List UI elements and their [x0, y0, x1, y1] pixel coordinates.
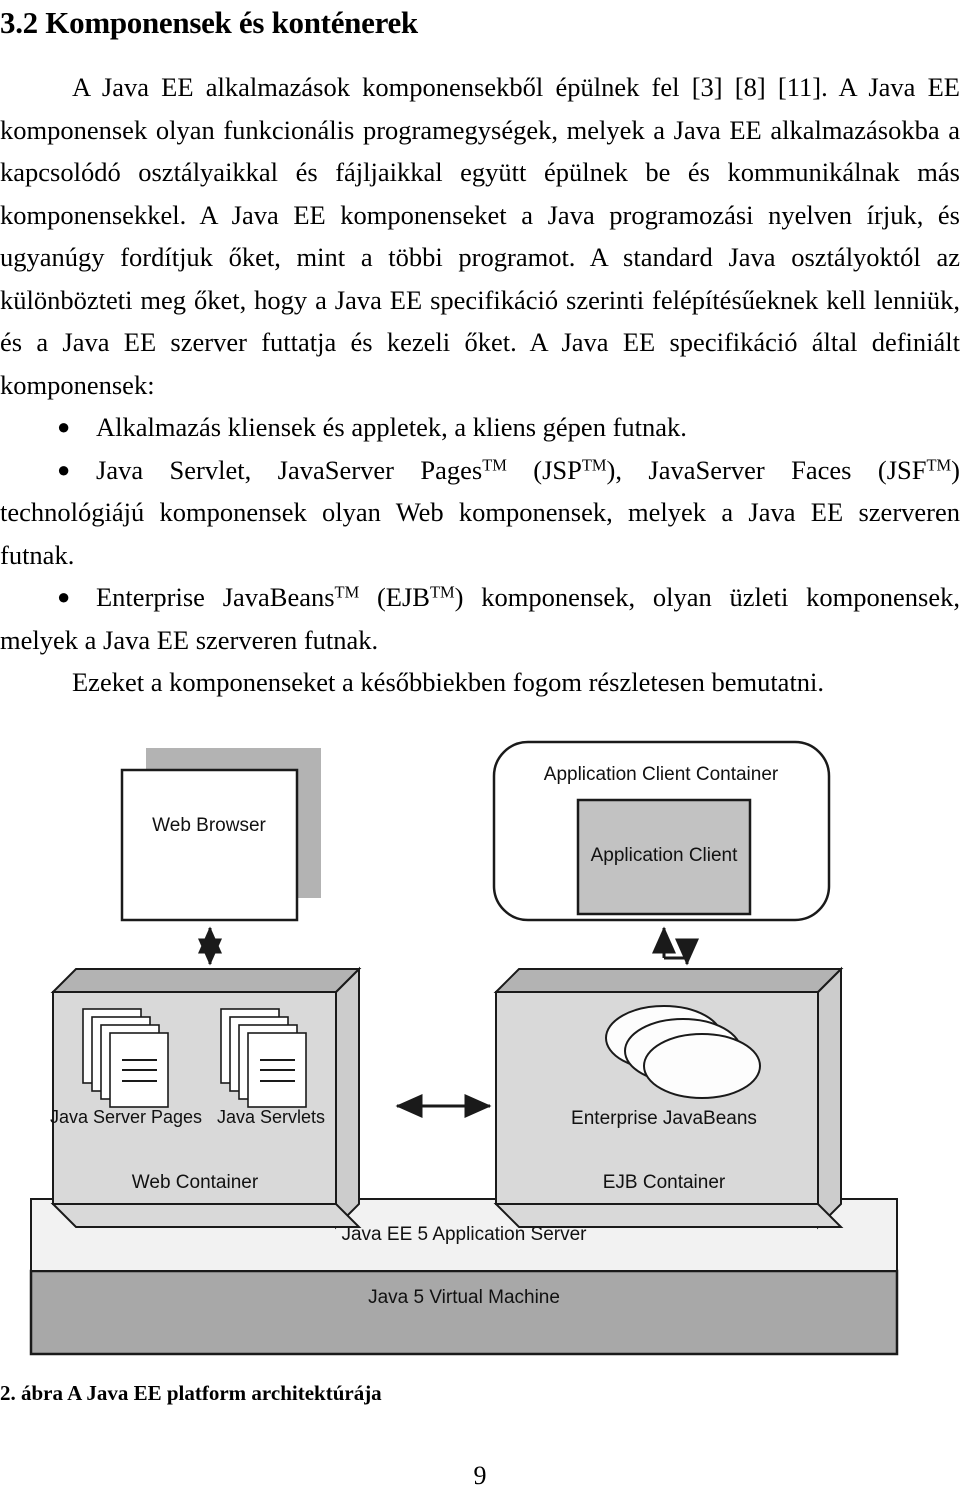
ejb-container: Enterprise JavaBeans EJB Container	[493, 966, 844, 1229]
web-browser-label: Web Browser	[152, 815, 266, 836]
bullet-ejb-sup1: TM	[334, 582, 360, 602]
jvm-label: Java 5 Virtual Machine	[368, 1287, 560, 1308]
bullet-web-mid1: (JSP	[506, 454, 582, 485]
bullet-web-sup3: TM	[926, 454, 952, 474]
web-container: Java Server Pages Java Servlets Web Cont…	[50, 966, 362, 1229]
page-title: 3.2 Komponensek és konténerek	[0, 5, 418, 40]
list-item: ● Java Servlet, JavaServer PagesTM (JSPT…	[0, 449, 960, 577]
ejb-container-label: EJB Container	[603, 1172, 726, 1193]
list-item: ● Alkalmazás kliensek és appletek, a kli…	[0, 406, 960, 449]
bullet-web-pre: Java Servlet, JavaServer Pages	[96, 454, 483, 485]
bullet-app-clients-text: Alkalmazás kliensek és appletek, a klien…	[96, 412, 687, 442]
java-server-pages-label: Java Server Pages	[50, 1107, 202, 1127]
enterprise-javabeans-label: Enterprise JavaBeans	[571, 1108, 757, 1129]
bullet-dot-icon: ●	[57, 414, 71, 439]
document-page: 3.2 Komponensek és konténerek A Java EE …	[0, 0, 960, 1511]
paragraph-intro: A Java EE alkalmazások komponensekből ép…	[0, 72, 960, 400]
java-servlets-label: Java Servlets	[217, 1107, 325, 1127]
paragraph-closing: Ezeket a komponenseket a későbbiekben fo…	[72, 667, 825, 697]
bullet-dot-icon: ●	[57, 584, 71, 609]
page-number: 9	[473, 1461, 487, 1490]
bullet-web-mid2: ), JavaServer Faces (JSF	[606, 454, 927, 485]
arrow-appclient-elbow	[664, 938, 699, 965]
architecture-diagram-svg: Java 5 Virtual Machine Java EE 5 Applica…	[29, 740, 899, 1355]
component-bullet-list: ● Alkalmazás kliensek és appletek, a kli…	[0, 406, 960, 661]
application-client-container-label: Application Client Container	[544, 764, 779, 785]
bullet-web-sup2: TM	[581, 454, 607, 474]
bullet-dot-icon: ●	[57, 456, 71, 482]
bullet-web-sup1: TM	[482, 454, 507, 474]
bullet-ejb-sup2: TM	[429, 582, 455, 602]
application-client-label: Application Client	[591, 845, 739, 866]
figure-java-ee-architecture: Java 5 Virtual Machine Java EE 5 Applica…	[0, 718, 960, 1358]
bullet-ejb-mid1: (EJB	[359, 582, 430, 612]
jvm-layer: Java 5 Virtual Machine	[29, 1269, 899, 1355]
web-container-label: Web Container	[132, 1172, 259, 1193]
list-item: ● Enterprise JavaBeansTM (EJBTM) kompone…	[0, 576, 960, 661]
web-browser-box: Web Browser	[120, 747, 321, 921]
application-client-container: Application Client Container Application…	[492, 740, 831, 921]
bullet-ejb-pre: Enterprise JavaBeans	[96, 582, 335, 612]
figure-caption: 2. ábra A Java EE platform architektúráj…	[0, 1380, 382, 1405]
